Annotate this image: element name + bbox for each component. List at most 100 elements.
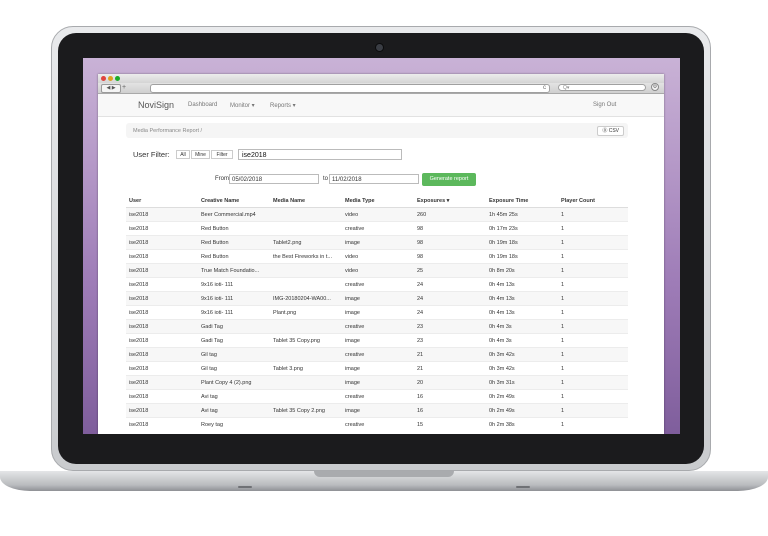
cell-exposure-time: 0h 2m 49s <box>486 389 558 404</box>
generate-report-button[interactable]: Generate report <box>422 173 476 186</box>
table-row[interactable]: ise2018 Gadi Tag creative 23 0h 4m 3s 1 <box>126 319 628 334</box>
table-row[interactable]: ise2018 Red Button creative 98 0h 17m 23s 1 <box>126 221 628 236</box>
app-page: NoviSign Dashboard Monitor ▾ Reports ▾ S… <box>98 94 664 434</box>
csv-export-button[interactable]: ⓪ CSV <box>597 126 624 136</box>
column-header-media-name[interactable]: Media Name <box>270 194 342 208</box>
breadcrumb-label: Media Performance Report / <box>133 128 203 134</box>
cell-exposures: 16 <box>414 403 486 418</box>
column-header-exposure-time[interactable]: Exposure Time <box>486 194 558 208</box>
cell-media-name <box>270 417 342 431</box>
cell-creative-name: Red Button <box>198 249 270 264</box>
new-tab-icon[interactable]: + <box>122 83 126 92</box>
cell-exposure-time: 1h 45m 25s <box>486 207 558 222</box>
nav-reports[interactable]: Reports ▾ <box>270 102 296 109</box>
cell-media-name <box>270 389 342 404</box>
cell-user: ise2018 <box>126 235 198 250</box>
cell-exposures: 98 <box>414 235 486 250</box>
reload-icon[interactable]: c <box>543 85 546 92</box>
cell-media-type: image <box>342 235 414 250</box>
table-row[interactable]: ise2018 Gil tag creative 21 0h 3m 42s 1 <box>126 347 628 362</box>
cell-player-count: 1 <box>558 333 628 348</box>
to-date-input[interactable]: 11/02/2018 <box>329 174 419 184</box>
column-header-user[interactable]: User <box>126 194 198 208</box>
user-filter-input[interactable]: ise2018 <box>238 149 402 160</box>
csv-icon: ⓪ <box>602 128 608 134</box>
cell-player-count: 1 <box>558 417 628 431</box>
nav-dashboard[interactable]: Dashboard <box>188 102 217 108</box>
table-row[interactable]: ise2018 Red Button Tablet2.png image 98 0h 19… <box>126 235 628 250</box>
cell-exposure-time: 0h 2m 38s <box>486 417 558 431</box>
filter-all-button[interactable]: All <box>176 150 190 159</box>
minimize-window-icon[interactable] <box>108 76 113 81</box>
cell-exposures: 21 <box>414 347 486 362</box>
cell-media-type: image <box>342 305 414 320</box>
cell-creative-name: Plant Copy 4 (2).png <box>198 375 270 390</box>
maximize-window-icon[interactable] <box>115 76 120 81</box>
cell-media-type: image <box>342 403 414 418</box>
cell-media-type: video <box>342 263 414 278</box>
cell-media-name <box>270 221 342 236</box>
cell-exposures: 25 <box>414 263 486 278</box>
cell-media-type: creative <box>342 389 414 404</box>
cell-media-name: IMG-20180204-WA00... <box>270 291 342 306</box>
cell-media-type: creative <box>342 277 414 292</box>
cell-exposures: 98 <box>414 249 486 264</box>
table-row[interactable]: ise2018 Avi tag Tablet 35 Copy 2.png image 1… <box>126 403 628 418</box>
column-header-player-count[interactable]: Player Count <box>558 194 628 208</box>
cell-exposure-time: 0h 8m 20s <box>486 263 558 278</box>
cell-exposure-time: 0h 3m 31s <box>486 375 558 390</box>
table-row[interactable]: ise2018 Gadi Tag Tablet 35 Copy.png image 23… <box>126 333 628 348</box>
filter-mine-button[interactable]: Mine <box>191 150 210 159</box>
cell-exposures: 15 <box>414 417 486 431</box>
column-header-media-type[interactable]: Media Type <box>342 194 414 208</box>
cell-player-count: 1 <box>558 361 628 376</box>
nav-monitor[interactable]: Monitor ▾ <box>230 102 255 109</box>
filter-filter-button[interactable]: Filter <box>211 150 233 159</box>
to-label: to <box>323 176 329 182</box>
settings-icon[interactable]: ⚙ <box>651 83 659 91</box>
table-row[interactable]: ise2018 9x16 ioti- 111 Plant.png image 24 0h … <box>126 305 628 320</box>
cell-player-count: 1 <box>558 403 628 418</box>
cell-player-count: 1 <box>558 249 628 264</box>
cell-media-type: image <box>342 333 414 348</box>
cell-player-count: 1 <box>558 375 628 390</box>
browser-window: ◀ ▶ + c Q▾ ⚙ NoviSign Dashboard Monitor … <box>98 74 664 434</box>
cell-media-name: Tablet 35 Copy 2.png <box>270 403 342 418</box>
table-row[interactable]: ise2018 9x16 ioti- 111 creative 24 0h 4m 13s… <box>126 277 628 292</box>
table-row[interactable]: ise2018 True Match Foundatio... video 25 0h … <box>126 263 628 278</box>
cell-player-count: 1 <box>558 389 628 404</box>
table-row[interactable]: ise2018 Red Button the Best Fireworks in t… <box>126 249 628 264</box>
cell-player-count: 1 <box>558 319 628 334</box>
cell-exposures: 24 <box>414 291 486 306</box>
back-forward-buttons[interactable]: ◀ ▶ <box>101 84 121 93</box>
table-row[interactable]: ise2018 Gil tag Tablet 3.png image 21 0h 3m 4… <box>126 361 628 376</box>
cell-media-name: the Best Fireworks in t... <box>270 249 342 264</box>
cell-exposures: 98 <box>414 221 486 236</box>
cell-player-count: 1 <box>558 277 628 292</box>
laptop-foot <box>516 486 530 488</box>
browser-search-input[interactable]: Q▾ <box>558 84 646 91</box>
cell-exposure-time: 0h 17m 23s <box>486 221 558 236</box>
cell-user: ise2018 <box>126 417 198 431</box>
cell-user: ise2018 <box>126 389 198 404</box>
sign-out-link[interactable]: Sign Out <box>593 102 616 108</box>
cell-user: ise2018 <box>126 291 198 306</box>
table-row[interactable]: ise2018 Avi tag creative 16 0h 2m 49s 1 <box>126 389 628 404</box>
brand-logo[interactable]: NoviSign <box>138 100 174 110</box>
cell-exposure-time: 0h 4m 13s <box>486 291 558 306</box>
table-row[interactable]: ise2018 Plant Copy 4 (2).png image 20 0h 3m … <box>126 375 628 390</box>
cell-player-count: 1 <box>558 305 628 320</box>
table-row[interactable]: ise2018 Roey tag creative 15 0h 2m 38s 1 <box>126 417 628 431</box>
cell-media-type: video <box>342 249 414 264</box>
cell-exposures: 23 <box>414 319 486 334</box>
from-date-input[interactable]: 05/02/2018 <box>229 174 319 184</box>
cell-media-name: Tablet 3.png <box>270 361 342 376</box>
table-row[interactable]: ise2018 Beer Commercial.mp4 video 260 1h 45m… <box>126 207 628 222</box>
column-header-exposures[interactable]: Exposures ▾ <box>414 194 486 208</box>
cell-creative-name: Gil tag <box>198 347 270 362</box>
column-header-creative-name[interactable]: Creative Name <box>198 194 270 208</box>
table-row[interactable]: ise2018 9x16 ioti- 111 IMG-20180204-WA00..… <box>126 291 628 306</box>
close-window-icon[interactable] <box>101 76 106 81</box>
breadcrumb: Media Performance Report / ⓪ CSV <box>126 123 628 138</box>
address-bar[interactable]: c <box>150 84 550 93</box>
